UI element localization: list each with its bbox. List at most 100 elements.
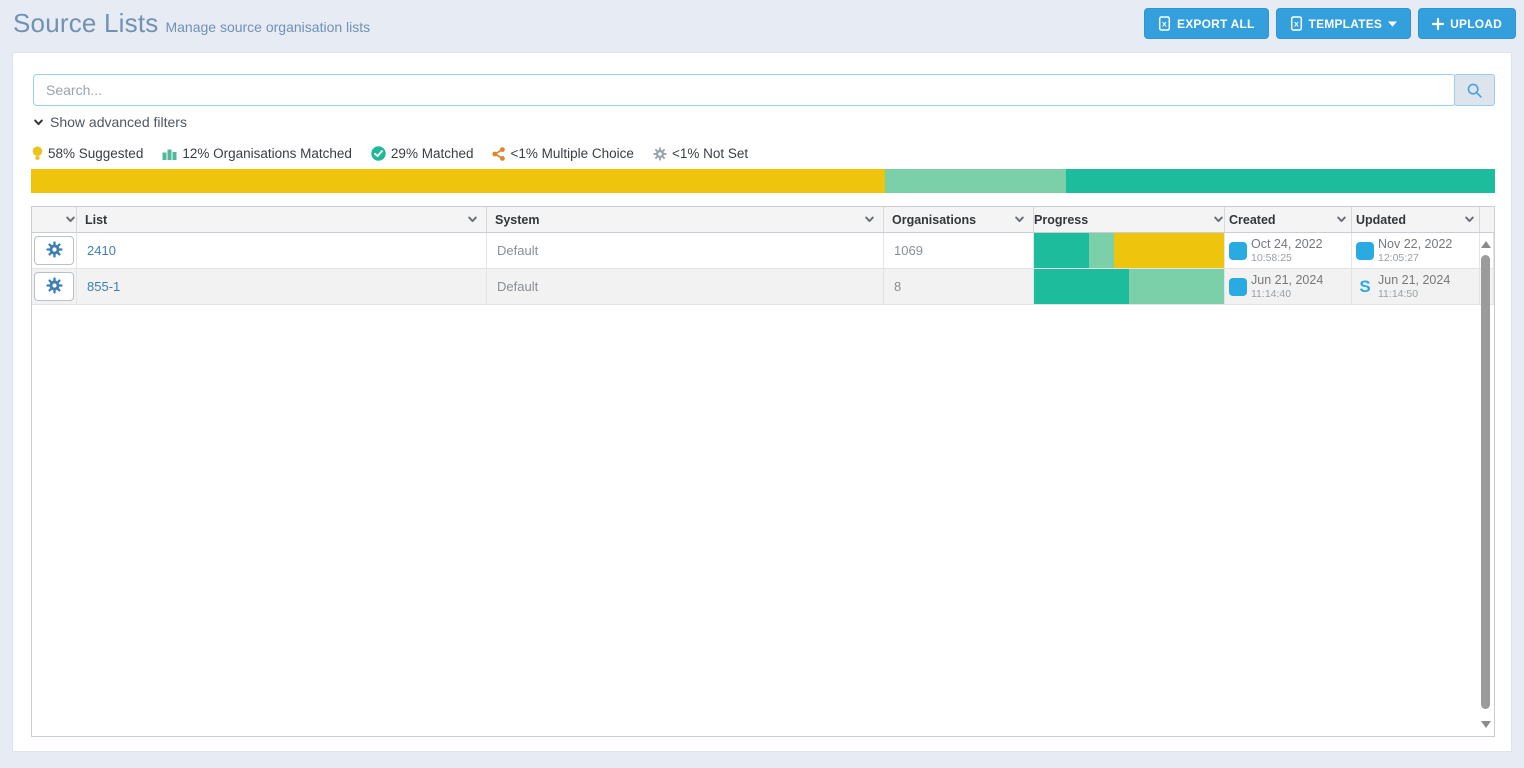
- legend-item: <1% Not Set: [653, 146, 748, 161]
- list-cell: 855-1: [77, 269, 487, 304]
- column-header-list[interactable]: List: [77, 207, 487, 232]
- gear-icon: [46, 241, 63, 261]
- page-header: Source ListsManage source organisation l…: [13, 8, 370, 39]
- created-time: 11:14:40: [1251, 288, 1323, 300]
- table-body: 2410Default1069Oct 24, 202210:58:25Nov 2…: [32, 233, 1494, 305]
- progress-segment-suggested: [1114, 233, 1224, 268]
- created-date: Oct 24, 2022: [1251, 237, 1323, 251]
- table-row: 855-1Default8Jun 21, 202411:14:40SJun 21…: [32, 269, 1494, 305]
- list-link[interactable]: 855-1: [87, 279, 120, 294]
- system-value: Default: [497, 243, 538, 258]
- blue-square-icon: [1229, 278, 1247, 296]
- list-link[interactable]: 2410: [87, 243, 116, 258]
- column-header-label: Updated: [1356, 213, 1406, 227]
- updated-cell: Nov 22, 202212:05:27: [1352, 233, 1480, 268]
- status-legend: 58% Suggested 12% Organisations Matched 29…: [32, 146, 748, 161]
- upload-label: UPLOAD: [1450, 17, 1502, 31]
- share-icon: [492, 147, 505, 161]
- legend-label: 29% Matched: [391, 146, 474, 161]
- upload-button[interactable]: UPLOAD: [1418, 8, 1516, 39]
- source-lists-table: List System OrganisationsProgress Created Up…: [31, 206, 1495, 737]
- show-advanced-filters-label: Show advanced filters: [50, 114, 187, 130]
- updated-date: Jun 21, 2024: [1378, 273, 1450, 287]
- system-cell: Default: [487, 269, 884, 304]
- gear-icon: [653, 147, 667, 161]
- actions-cell: [32, 233, 77, 268]
- column-header-system[interactable]: System: [487, 207, 884, 232]
- scroll-down-arrow-icon[interactable]: [1481, 721, 1491, 728]
- list-cell: 2410: [77, 233, 487, 268]
- legend-item: 58% Suggested: [32, 146, 143, 161]
- legend-label: <1% Multiple Choice: [510, 146, 633, 161]
- search-button[interactable]: [1454, 74, 1495, 106]
- created-cell: Oct 24, 202210:58:25: [1225, 233, 1352, 268]
- show-advanced-filters-toggle[interactable]: Show advanced filters: [33, 114, 187, 130]
- chevron-down-icon[interactable]: [1213, 214, 1224, 225]
- column-header-label: System: [495, 213, 539, 227]
- column-header-progress[interactable]: Progress: [1034, 207, 1225, 232]
- created-cell: Jun 21, 202411:14:40: [1225, 269, 1352, 304]
- legend-label: 58% Suggested: [48, 146, 143, 161]
- legend-item: 29% Matched: [371, 146, 474, 161]
- gear-icon: [46, 277, 63, 297]
- organisations-value: 8: [894, 279, 901, 294]
- created-date: Jun 21, 2024: [1251, 273, 1323, 287]
- toolbar: x EXPORT ALL x TEMPLATES UPLOAD: [1144, 8, 1516, 39]
- system-cell: Default: [487, 233, 884, 268]
- progress-segment-matched: [1066, 169, 1495, 193]
- search-bar: [33, 74, 1495, 106]
- export-all-button[interactable]: x EXPORT ALL: [1144, 8, 1269, 39]
- lightbulb-icon: [32, 146, 43, 161]
- row-settings-button[interactable]: [34, 272, 74, 301]
- file-excel-icon: x: [1290, 16, 1303, 31]
- caret-down-icon: [1388, 19, 1397, 28]
- svg-text:x: x: [1294, 19, 1299, 29]
- overall-progress-bar: [31, 169, 1495, 193]
- chevron-down-icon[interactable]: [467, 214, 478, 225]
- scroll-up-arrow-icon[interactable]: [1481, 241, 1491, 248]
- check-circle-icon: [371, 146, 386, 161]
- templates-label: TEMPLATES: [1309, 17, 1383, 31]
- column-header-actions[interactable]: [32, 207, 77, 232]
- row-progress-bar: [1034, 269, 1224, 304]
- content-card: Show advanced filters 58% Suggested 12% O…: [12, 52, 1512, 752]
- organisations-cell: 8: [884, 269, 1034, 304]
- actions-cell: [32, 269, 77, 304]
- column-header-organisations[interactable]: Organisations: [884, 207, 1034, 232]
- chevron-down-icon[interactable]: [864, 214, 875, 225]
- sync-icon: S: [1356, 278, 1374, 296]
- column-header-updated[interactable]: Updated: [1352, 207, 1480, 232]
- search-input[interactable]: [33, 74, 1456, 106]
- column-header-label: List: [85, 213, 107, 227]
- blue-square-icon: [1356, 242, 1374, 260]
- created-time: 10:58:25: [1251, 252, 1323, 264]
- system-value: Default: [497, 279, 538, 294]
- svg-text:x: x: [1162, 19, 1167, 29]
- updated-date: Nov 22, 2022: [1378, 237, 1452, 251]
- vertical-scrollbar[interactable]: [1479, 236, 1493, 733]
- templates-button[interactable]: x TEMPLATES: [1276, 8, 1412, 39]
- updated-time: 12:05:27: [1378, 252, 1452, 264]
- row-settings-button[interactable]: [34, 236, 74, 265]
- chevron-down-icon[interactable]: [1336, 214, 1347, 225]
- blue-square-icon: [1229, 242, 1247, 260]
- organisations-value: 1069: [894, 243, 923, 258]
- column-header-label: Created: [1229, 213, 1276, 227]
- updated-cell: SJun 21, 202411:14:50: [1352, 269, 1480, 304]
- chevron-down-icon[interactable]: [65, 214, 76, 225]
- chevron-down-icon[interactable]: [1014, 214, 1025, 225]
- column-header-created[interactable]: Created: [1225, 207, 1352, 232]
- scrollbar-thumb[interactable]: [1481, 255, 1490, 709]
- chevron-down-icon[interactable]: [1464, 214, 1475, 225]
- legend-item: <1% Multiple Choice: [492, 146, 633, 161]
- progress-cell: [1034, 269, 1225, 304]
- legend-label: 12% Organisations Matched: [182, 146, 352, 161]
- plus-icon: [1432, 18, 1444, 30]
- progress-segment-suggested: [31, 169, 885, 193]
- chevron-down-icon: [33, 117, 44, 128]
- export-all-label: EXPORT ALL: [1177, 17, 1255, 31]
- column-header-label: Progress: [1034, 213, 1088, 227]
- page-title: Source Lists: [13, 8, 158, 38]
- progress-cell: [1034, 233, 1225, 268]
- legend-label: <1% Not Set: [672, 146, 748, 161]
